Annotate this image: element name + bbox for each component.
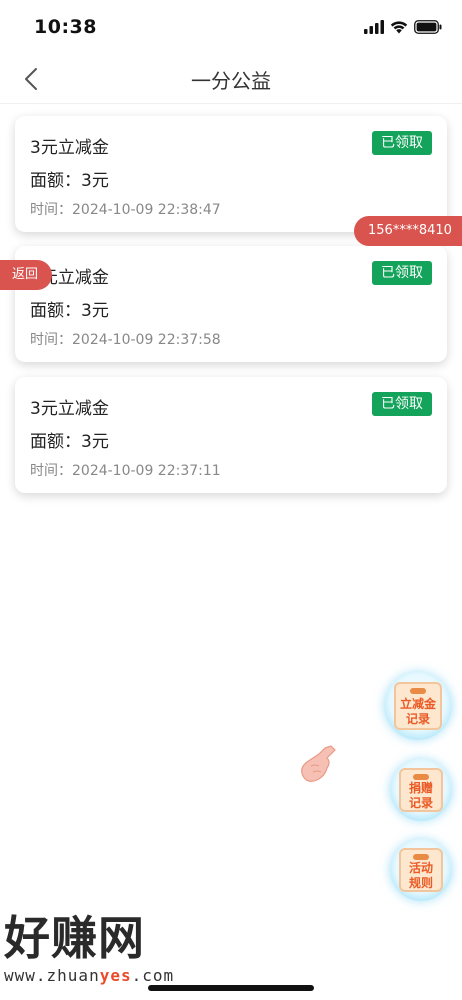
clipboard-icon: 活动 规则 <box>399 848 443 892</box>
card-title: 3元立减金 <box>30 399 109 419</box>
status-icons <box>364 19 442 35</box>
record-card: 3元立减金 面额：3元 时间：2024-10-09 22:38:47 已领取 <box>15 116 447 232</box>
activity-rules-button[interactable]: 活动 规则 <box>390 839 452 901</box>
card-time: 时间：2024-10-09 22:37:58 <box>30 332 221 348</box>
float-label-line2: 记录 <box>408 796 433 810</box>
home-indicator[interactable] <box>148 985 314 991</box>
card-amount: 面额：3元 <box>30 432 109 452</box>
signal-icon <box>364 20 384 34</box>
status-time: 10:38 <box>34 16 97 38</box>
watermark-url-c: .com <box>131 966 175 985</box>
phone-number-tag[interactable]: 156****8410 <box>354 216 462 246</box>
pointing-hand-icon <box>301 745 336 782</box>
card-time: 时间：2024-10-09 22:37:11 <box>30 463 221 479</box>
battery-icon <box>414 20 442 34</box>
card-amount: 面额：3元 <box>30 171 109 191</box>
page-title: 一分公益 <box>191 69 271 93</box>
wifi-icon <box>390 21 408 34</box>
watermark-logo: 好赚网 <box>4 911 145 965</box>
watermark-url-b: yes <box>99 966 132 985</box>
float-label-line1: 捐赠 <box>408 781 433 795</box>
card-time: 时间：2024-10-09 22:38:47 <box>30 202 221 218</box>
card-amount: 面额：3元 <box>30 301 109 321</box>
nav-bar: 一分公益 <box>0 54 462 104</box>
status-badge: 已领取 <box>372 392 432 416</box>
watermark-url-a: www.zhuan <box>4 966 100 985</box>
watermark-url: www.zhuanyes.com <box>4 966 174 985</box>
donation-records-button[interactable]: 捐赠 记录 <box>390 759 452 821</box>
status-badge: 已领取 <box>372 261 432 285</box>
card-title: 3元立减金 <box>30 138 109 158</box>
float-label-line2: 记录 <box>405 712 430 726</box>
clipboard-icon: 立减金 记录 <box>394 682 442 730</box>
status-bar: 10:38 <box>0 0 462 54</box>
watermark: 好赚网 www.zhuanyes.com <box>4 912 174 985</box>
float-label-line1: 活动 <box>408 861 433 875</box>
status-badge: 已领取 <box>372 131 432 155</box>
voucher-records-button[interactable]: 立减金 记录 <box>384 672 452 740</box>
float-label-line2: 规则 <box>408 876 433 890</box>
clipboard-icon: 捐赠 记录 <box>399 768 443 812</box>
float-label-line1: 立减金 <box>399 697 436 711</box>
return-button[interactable]: 返回 <box>0 260 52 290</box>
record-card: 3元立减金 面额：3元 时间：2024-10-09 22:37:58 已领取 <box>15 246 447 362</box>
record-card: 3元立减金 面额：3元 时间：2024-10-09 22:37:11 已领取 <box>15 377 447 493</box>
